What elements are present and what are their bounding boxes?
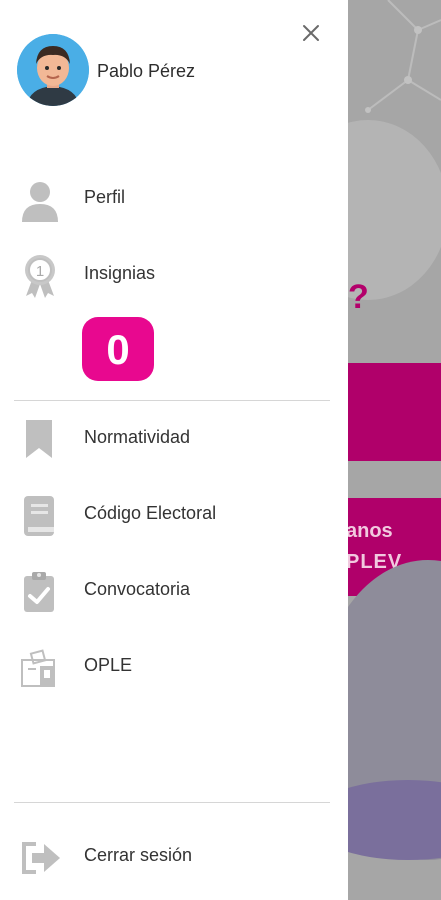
badge-count: 0: [82, 317, 154, 381]
background-question-mark: ?: [348, 278, 369, 316]
menu-item-convocatoria[interactable]: Convocatoria: [0, 562, 348, 618]
menu-item-insignias[interactable]: 1 Insignias: [0, 246, 348, 302]
menu-item-perfil[interactable]: Perfil: [0, 170, 348, 226]
menu-item-label: Perfil: [84, 187, 126, 207]
book-icon: [24, 496, 54, 536]
bookmark-icon: [26, 420, 52, 458]
menu-item-label: Normatividad: [84, 427, 191, 447]
menu-item-label: Código Electoral: [84, 503, 217, 523]
divider: [14, 802, 330, 803]
clipboard-check-icon: [24, 572, 54, 612]
menu-item-label: OPLE: [84, 655, 133, 675]
logout-label: Cerrar sesión: [84, 845, 193, 865]
menu-item-label: Convocatoria: [84, 579, 191, 599]
user-name: Pablo Pérez: [97, 61, 196, 81]
avatar-image: [17, 34, 89, 106]
background-app: ? anos PLEV: [348, 0, 441, 900]
menu-item-ople[interactable]: OPLE: [0, 638, 348, 694]
ballot-box-icon: [21, 649, 55, 687]
menu-item-normatividad[interactable]: Normatividad: [0, 410, 348, 466]
close-button[interactable]: [298, 20, 324, 46]
menu-item-codigo-electoral[interactable]: Código Electoral: [0, 486, 348, 542]
background-banner: [348, 363, 441, 461]
medal-icon: 1: [25, 255, 55, 298]
menu-item-label: Insignias: [84, 263, 156, 283]
user-icon: [22, 182, 58, 222]
logout-button[interactable]: Cerrar sesión: [0, 828, 348, 884]
divider: [14, 400, 330, 401]
svg-text:1: 1: [36, 263, 44, 280]
background-banner-line1: anos: [348, 520, 393, 542]
close-icon: [303, 25, 319, 41]
navigation-drawer: Pablo Pérez Perfil 1 Insignias 0 Normati…: [0, 0, 348, 900]
avatar[interactable]: [17, 34, 89, 106]
background-shape: [348, 780, 441, 860]
logout-icon: [22, 842, 60, 874]
